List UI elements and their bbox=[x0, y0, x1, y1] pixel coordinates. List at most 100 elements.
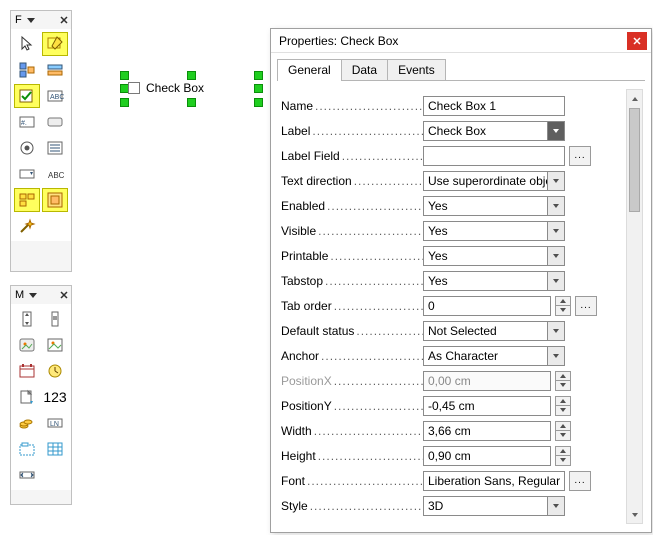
scroll-up-button[interactable] bbox=[627, 90, 642, 107]
resize-handle[interactable] bbox=[120, 71, 129, 80]
push-button-tool-button[interactable] bbox=[42, 110, 68, 134]
labelField-input[interactable] bbox=[423, 146, 565, 166]
group-box-tool-button[interactable] bbox=[14, 437, 40, 461]
browse-button[interactable]: ... bbox=[575, 296, 597, 316]
dropdown-button[interactable] bbox=[547, 247, 564, 265]
toolbar-header[interactable]: M bbox=[11, 286, 71, 304]
select-tool-button[interactable] bbox=[14, 32, 40, 56]
spin-up-button[interactable] bbox=[555, 296, 571, 307]
width-input[interactable] bbox=[423, 421, 551, 441]
dropdown-button[interactable] bbox=[547, 122, 564, 140]
image-button-tool-button[interactable] bbox=[14, 333, 40, 357]
spinner[interactable] bbox=[555, 396, 571, 416]
spin-down-button[interactable] bbox=[555, 381, 571, 391]
posY-input[interactable] bbox=[423, 396, 551, 416]
combo-box[interactable]: Yes bbox=[423, 196, 565, 216]
combo-box[interactable]: 3D bbox=[423, 496, 565, 516]
scroll-thumb[interactable] bbox=[629, 108, 640, 212]
width-row: Width bbox=[281, 418, 623, 443]
dropdown-button[interactable] bbox=[547, 347, 564, 365]
form-design-button[interactable] bbox=[42, 188, 68, 212]
check-box-tool-button[interactable] bbox=[14, 84, 40, 108]
spin-down-button[interactable] bbox=[555, 431, 571, 441]
time-field-tool-button[interactable] bbox=[42, 359, 68, 383]
dropdown-button[interactable] bbox=[547, 197, 564, 215]
combo-box[interactable]: As Character bbox=[423, 346, 565, 366]
file-selection-tool-button[interactable] bbox=[14, 385, 40, 409]
tabOrder-input[interactable] bbox=[423, 296, 551, 316]
spin-button-tool-button[interactable] bbox=[14, 307, 40, 331]
svg-text:ABC: ABC bbox=[50, 94, 64, 101]
table-control-tool-button[interactable] bbox=[42, 437, 68, 461]
dropdown-button[interactable] bbox=[547, 497, 564, 515]
design-mode-button[interactable] bbox=[42, 32, 68, 56]
navigation-bar-tool-button[interactable] bbox=[14, 463, 40, 487]
browse-button[interactable]: ... bbox=[569, 146, 591, 166]
dropdown-icon[interactable] bbox=[26, 15, 36, 25]
browse-button[interactable]: ... bbox=[569, 471, 591, 491]
dropdown-button[interactable] bbox=[547, 222, 564, 240]
resize-handle[interactable] bbox=[187, 98, 196, 107]
tab-events[interactable]: Events bbox=[387, 59, 446, 81]
close-icon[interactable] bbox=[59, 15, 69, 25]
image-control-tool-button[interactable] bbox=[42, 333, 68, 357]
spin-up-button[interactable] bbox=[555, 421, 571, 432]
combo-box[interactable]: Yes bbox=[423, 246, 565, 266]
dropdown-button[interactable] bbox=[547, 322, 564, 340]
spinner[interactable] bbox=[555, 446, 571, 466]
vertical-scrollbar[interactable] bbox=[626, 89, 643, 524]
scroll-down-button[interactable] bbox=[627, 506, 642, 523]
combo-box[interactable]: Check Box bbox=[423, 121, 565, 141]
close-icon[interactable] bbox=[59, 290, 69, 300]
scrollbar-tool-button[interactable] bbox=[42, 307, 68, 331]
tab-general[interactable]: General bbox=[277, 59, 342, 81]
close-button[interactable] bbox=[627, 32, 647, 50]
wizards-button[interactable] bbox=[14, 214, 40, 238]
selected-control-checkbox[interactable]: Check Box bbox=[124, 75, 259, 103]
spin-down-button[interactable] bbox=[555, 456, 571, 466]
numeric-field-tool-button[interactable]: 123 bbox=[42, 385, 68, 409]
name-input[interactable] bbox=[423, 96, 565, 116]
spinner[interactable] bbox=[555, 371, 571, 391]
defaultStatus-label: Default status bbox=[281, 324, 423, 338]
formatted-field-button[interactable]: #. bbox=[14, 110, 40, 134]
spin-down-button[interactable] bbox=[555, 306, 571, 316]
svg-text:ABC: ABC bbox=[48, 171, 64, 180]
more-controls-button[interactable] bbox=[14, 188, 40, 212]
pattern-field-tool-button[interactable]: LN bbox=[42, 411, 68, 435]
dropdown-button[interactable] bbox=[547, 172, 564, 190]
spin-up-button[interactable] bbox=[555, 446, 571, 457]
style-label: Style bbox=[281, 499, 423, 513]
spin-down-button[interactable] bbox=[555, 406, 571, 416]
dropdown-button[interactable] bbox=[547, 272, 564, 290]
resize-handle[interactable] bbox=[254, 98, 263, 107]
checkbox-square-icon bbox=[128, 82, 140, 94]
control-prop-button[interactable] bbox=[42, 58, 68, 82]
dropdown-icon[interactable] bbox=[28, 290, 38, 300]
combo-box[interactable]: Yes bbox=[423, 221, 565, 241]
resize-handle[interactable] bbox=[254, 71, 263, 80]
spinner[interactable] bbox=[555, 296, 571, 316]
toolbar-header[interactable]: F bbox=[11, 11, 71, 29]
spin-up-button[interactable] bbox=[555, 371, 571, 382]
combo-box-tool-button[interactable] bbox=[14, 162, 40, 186]
form-prop-button[interactable] bbox=[14, 58, 40, 82]
combo-box[interactable]: Use superordinate object se bbox=[423, 171, 565, 191]
label-field-tool-button[interactable]: ABC bbox=[42, 162, 68, 186]
combo-box[interactable]: Yes bbox=[423, 271, 565, 291]
tab-data[interactable]: Data bbox=[341, 59, 388, 81]
combo-box[interactable]: Not Selected bbox=[423, 321, 565, 341]
date-field-tool-button[interactable] bbox=[14, 359, 40, 383]
option-button-tool-button[interactable] bbox=[14, 136, 40, 160]
resize-handle[interactable] bbox=[187, 71, 196, 80]
close-icon bbox=[632, 36, 642, 46]
list-box-tool-button[interactable] bbox=[42, 136, 68, 160]
height-input[interactable] bbox=[423, 446, 551, 466]
text-box-tool-button[interactable]: ABC bbox=[42, 84, 68, 108]
spinner[interactable] bbox=[555, 421, 571, 441]
resize-handle[interactable] bbox=[120, 98, 129, 107]
resize-handle[interactable] bbox=[254, 84, 263, 93]
font-input[interactable] bbox=[423, 471, 565, 491]
currency-field-tool-button[interactable] bbox=[14, 411, 40, 435]
spin-up-button[interactable] bbox=[555, 396, 571, 407]
